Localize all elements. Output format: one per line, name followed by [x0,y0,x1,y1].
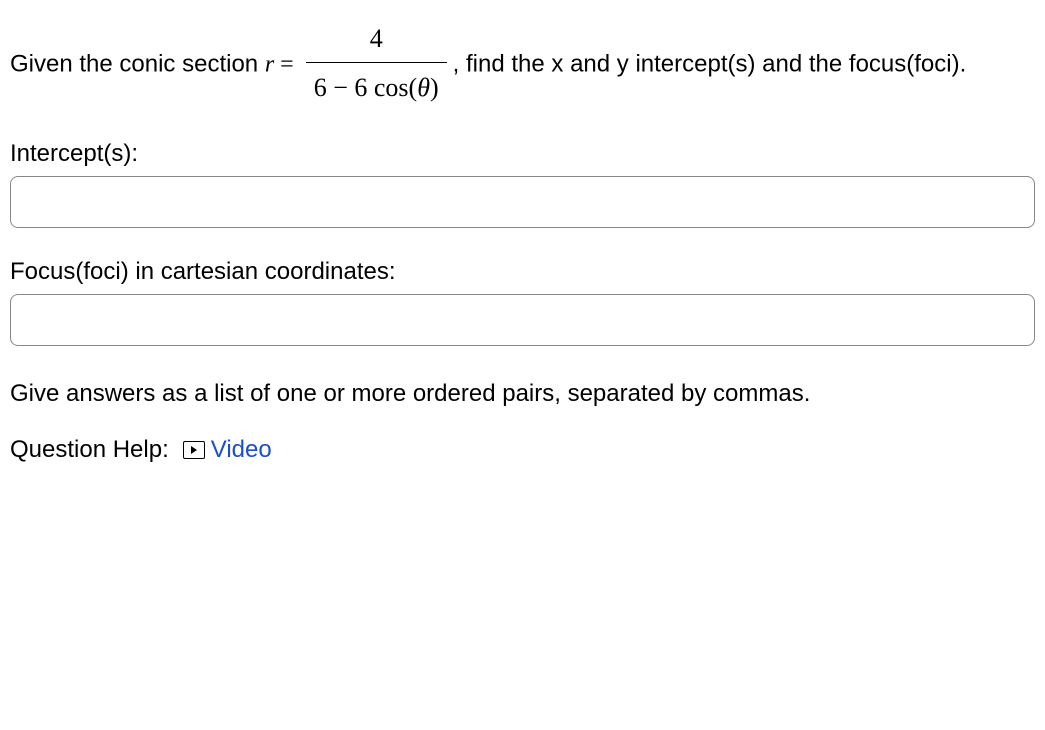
problem-statement: Given the conic section r = 46 − 6 cos(θ… [10,20,1035,110]
foci-input[interactable] [10,294,1035,346]
foci-label: Focus(foci) in cartesian coordinates: [10,258,1035,286]
play-icon [191,446,197,454]
question-help-label: Question Help: [10,436,169,464]
video-link-label: Video [211,436,272,464]
intercepts-label: Intercept(s): [10,140,1035,168]
problem-comma: , [453,50,466,77]
fraction: 46 − 6 cos(θ) [306,18,447,108]
fraction-denominator: 6 − 6 cos(θ) [306,62,447,109]
problem-post: find the x and y intercept(s) and the fo… [466,50,966,77]
answer-instructions: Give answers as a list of one or more or… [10,376,1035,412]
fraction-numerator: 4 [306,18,447,62]
var-r: r [265,51,274,77]
equals: = [274,51,300,77]
video-link[interactable]: Video [183,436,272,464]
video-icon [183,441,205,459]
problem-pre: Given the conic section [10,50,265,77]
question-help-row: Question Help: Video [10,436,1035,464]
intercepts-input[interactable] [10,176,1035,228]
